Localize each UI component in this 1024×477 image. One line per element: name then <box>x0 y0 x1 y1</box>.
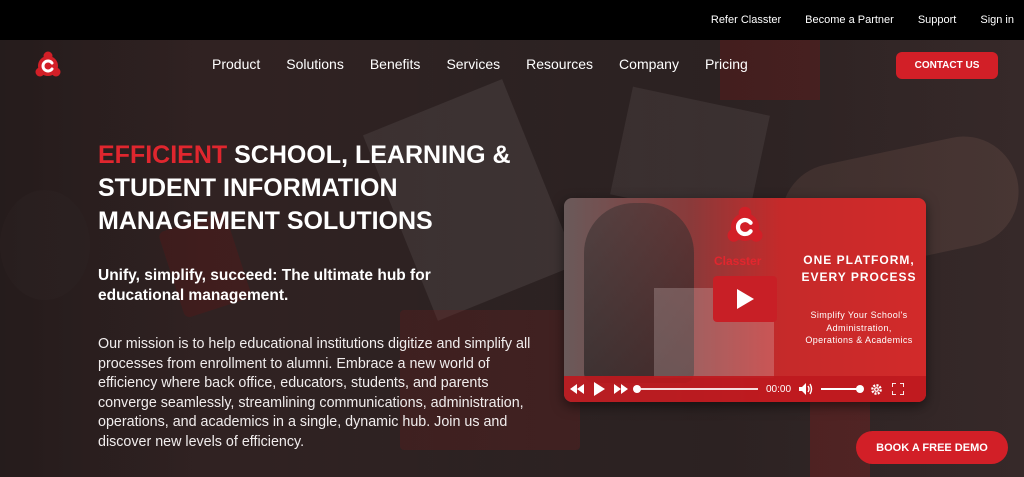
video-description: Simplify Your School's Administration, O… <box>805 310 913 345</box>
refer-classter-link[interactable]: Refer Classter <box>711 14 781 26</box>
classter-video-logo-icon <box>727 206 763 242</box>
support-link[interactable]: Support <box>918 14 957 26</box>
become-partner-link[interactable]: Become a Partner <box>805 14 894 26</box>
nav-services[interactable]: Services <box>446 56 500 72</box>
sign-in-link[interactable]: Sign in <box>980 14 1014 26</box>
volume-slider[interactable] <box>821 385 865 393</box>
settings-gear-icon[interactable] <box>869 382 883 396</box>
control-play-icon[interactable] <box>592 382 606 396</box>
main-navigation: Product Solutions Benefits Services Reso… <box>212 56 748 72</box>
nav-pricing[interactable]: Pricing <box>705 56 748 72</box>
utility-links: Refer Classter Become a Partner Support … <box>711 0 1014 40</box>
nav-product[interactable]: Product <box>212 56 260 72</box>
volume-knob[interactable] <box>856 385 865 393</box>
headline-accent: EFFICIENT <box>98 141 228 169</box>
volume-icon[interactable] <box>799 382 813 396</box>
contact-us-button[interactable]: CONTACT US <box>896 52 998 79</box>
nav-benefits[interactable]: Benefits <box>370 56 421 72</box>
nav-company[interactable]: Company <box>619 56 679 72</box>
video-title: ONE PLATFORM, EVERY PROCESS <box>801 253 917 284</box>
video-brand-name: Classter <box>714 254 762 268</box>
progress-knob[interactable] <box>633 385 641 393</box>
rewind-icon[interactable] <box>570 382 584 396</box>
fullscreen-icon[interactable] <box>891 382 905 396</box>
hero-subheadline: Unify, simplify, succeed: The ultimate h… <box>98 267 431 304</box>
play-button[interactable] <box>713 276 777 322</box>
nav-solutions[interactable]: Solutions <box>286 56 344 72</box>
fast-forward-icon[interactable] <box>614 382 628 396</box>
hero-headline: EFFICIENT SCHOOL, LEARNING & STUDENT INF… <box>98 139 568 238</box>
video-time: 00:00 <box>766 383 792 395</box>
book-free-demo-button[interactable]: BOOK A FREE DEMO <box>856 431 1008 464</box>
video-player[interactable]: Classter ONE PLATFORM, EVERY PROCESS Sim… <box>564 198 926 402</box>
nav-resources[interactable]: Resources <box>526 56 593 72</box>
classter-logo-icon[interactable] <box>33 51 63 81</box>
progress-bar[interactable] <box>633 385 758 393</box>
hero-body-text: Our mission is to help educational insti… <box>98 336 531 450</box>
play-icon <box>737 289 754 309</box>
video-controls: 00:00 <box>564 376 926 402</box>
top-utility-bar: Refer Classter Become a Partner Support … <box>0 0 1024 40</box>
